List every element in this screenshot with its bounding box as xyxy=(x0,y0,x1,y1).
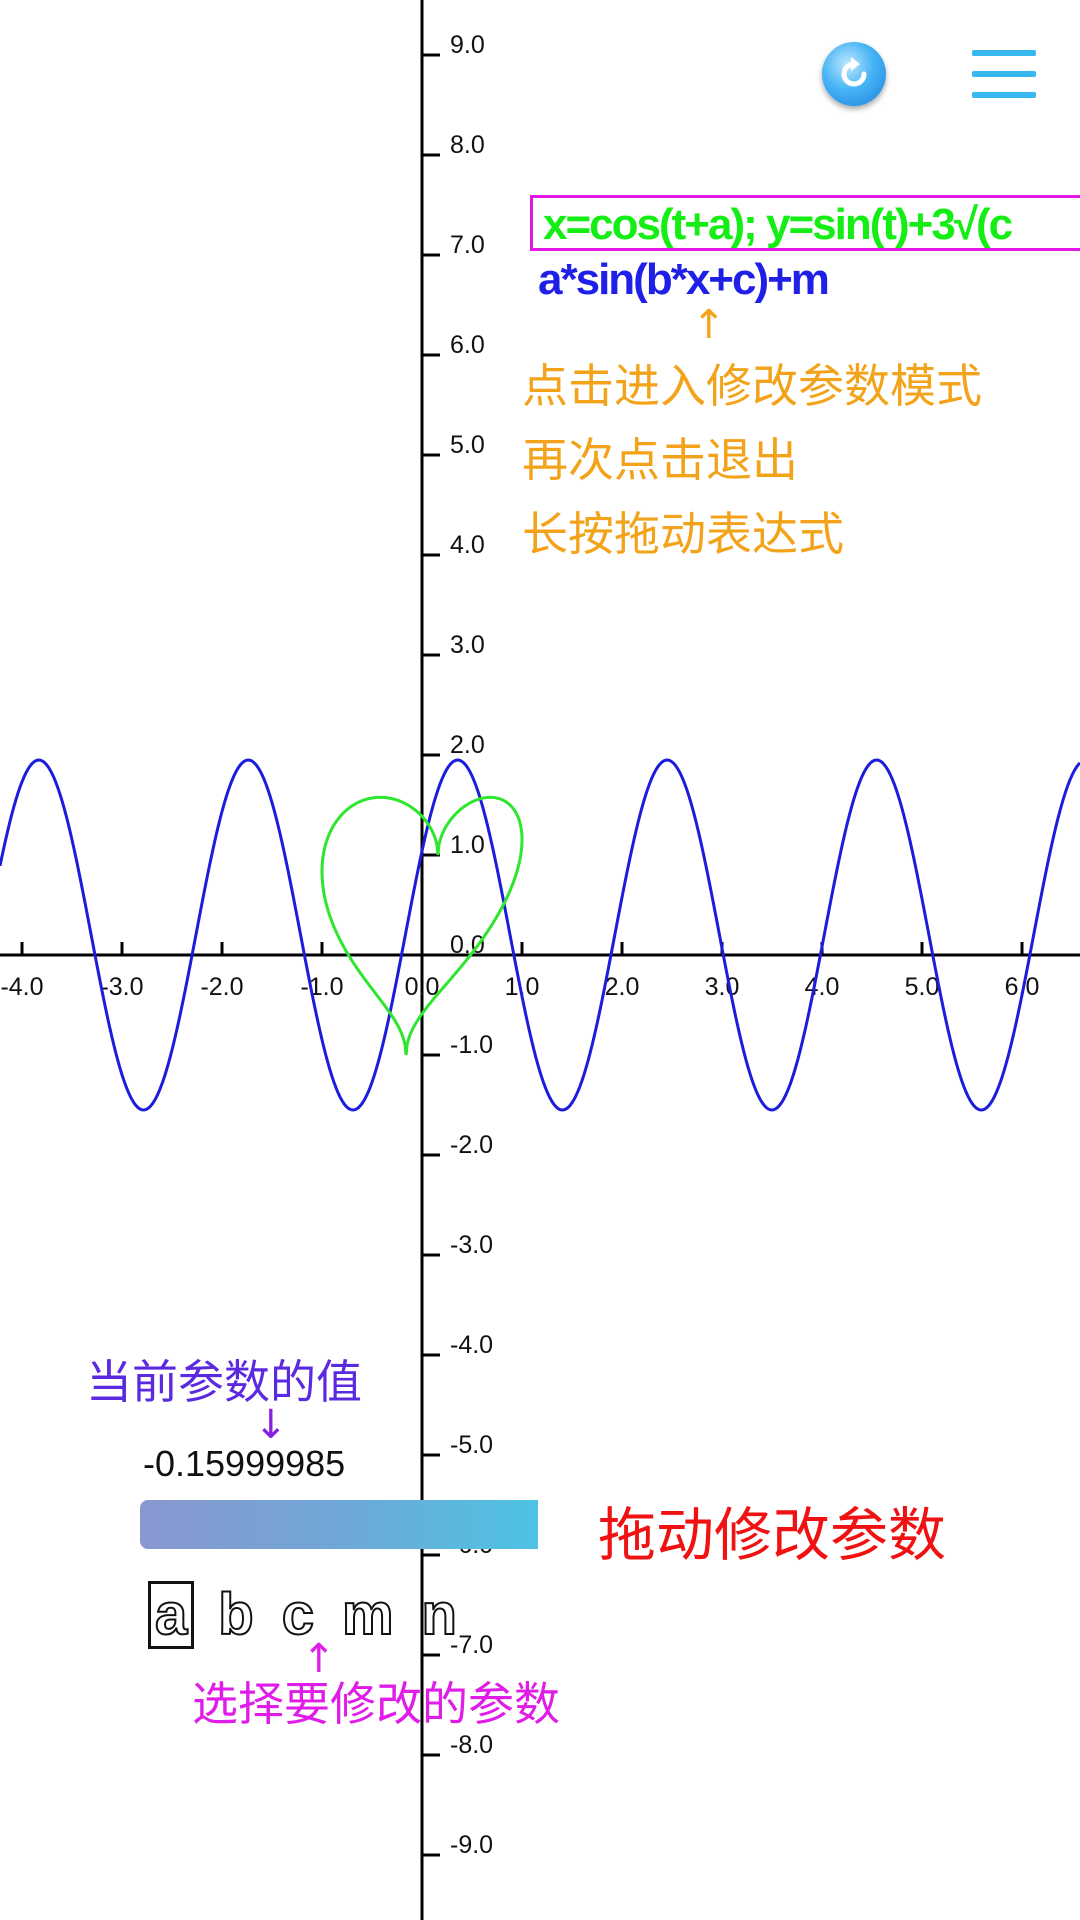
y-tick-label: -5.0 xyxy=(450,1431,493,1459)
hint-tap-enter: 点击进入修改参数模式 xyxy=(522,359,982,413)
hint-arrow-down: ↓ xyxy=(254,1402,288,1448)
y-tick-label: -1.0 xyxy=(450,1031,493,1059)
param-m[interactable]: m xyxy=(338,1583,398,1647)
parametric-expression-text: x=cos(t+a); y=sin(t)+3√(c xyxy=(543,200,1013,249)
param-n[interactable]: n xyxy=(418,1583,461,1647)
param-b[interactable]: b xyxy=(214,1583,257,1647)
x-tick-label: -2.0 xyxy=(200,973,243,1001)
select-param-label: 选择要修改的参数 xyxy=(192,1677,560,1731)
hint-arrow-up: ↑ xyxy=(692,302,726,348)
y-tick-label: 9.0 xyxy=(450,31,485,59)
curves xyxy=(0,758,1080,1112)
y-tick-label: -3.0 xyxy=(450,1231,493,1259)
y-tick-label: -8.0 xyxy=(450,1731,493,1759)
y-tick-label: -4.0 xyxy=(450,1331,493,1359)
x-tick-label: -1.0 xyxy=(300,973,343,1001)
y-tick-label: 8.0 xyxy=(450,131,485,159)
parametric-expression[interactable]: x=cos(t+a); y=sin(t)+3√(c xyxy=(530,195,1080,251)
function-curve xyxy=(0,758,1080,1112)
y-tick-label: 1.0 xyxy=(450,831,485,859)
param-a[interactable]: a xyxy=(148,1581,195,1649)
function-expression[interactable]: a*sin(b*x+c)+m xyxy=(538,255,830,305)
x-tick-label: -4.0 xyxy=(0,973,43,1001)
y-tick-label: 5.0 xyxy=(450,431,485,459)
parameter-slider[interactable] xyxy=(140,1500,538,1549)
refresh-icon xyxy=(841,57,867,87)
y-tick-label: 7.0 xyxy=(450,231,485,259)
x-tick-label: 4.0 xyxy=(805,973,840,1001)
x-tick-label: 2.0 xyxy=(605,973,640,1001)
y-tick-label: 2.0 xyxy=(450,731,485,759)
y-tick-label: 6.0 xyxy=(450,331,485,359)
x-tick-label: 5.0 xyxy=(905,973,940,1001)
y-tick-label: 3.0 xyxy=(450,631,485,659)
y-tick-label: -2.0 xyxy=(450,1131,493,1159)
refresh-button[interactable] xyxy=(822,42,886,106)
hamburger-menu-icon xyxy=(972,46,1036,102)
menu-button[interactable] xyxy=(972,46,1036,102)
x-tick-label: -3.0 xyxy=(100,973,143,1001)
current-value: -0.15999985 xyxy=(143,1443,346,1484)
hint-tap-exit: 再次点击退出 xyxy=(522,433,798,487)
drag-label: 拖动修改参数 xyxy=(598,1501,947,1569)
hint-long-press: 长按拖动表达式 xyxy=(522,507,844,561)
current-value-title: 当前参数的值 xyxy=(86,1355,362,1409)
y-tick-label: 4.0 xyxy=(450,531,485,559)
x-tick-label: 3.0 xyxy=(705,973,740,1001)
y-tick-label: -9.0 xyxy=(450,1831,493,1859)
